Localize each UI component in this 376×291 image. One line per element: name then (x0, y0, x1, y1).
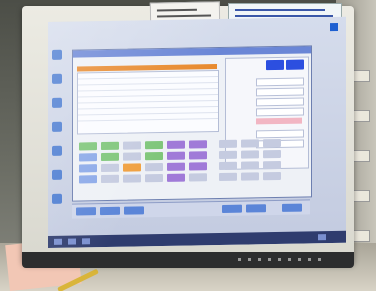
desktop-shortcut-icon (52, 49, 62, 60)
detail-field (256, 129, 304, 139)
item-list (77, 70, 219, 135)
photo-scene (0, 0, 376, 291)
monitor-screen (48, 16, 346, 249)
desktop-icon-column (50, 49, 64, 230)
detail-field (256, 107, 304, 117)
desktop-shortcut-icon (52, 73, 62, 84)
button-grid (79, 138, 309, 198)
function-button (100, 206, 120, 216)
function-button (76, 207, 96, 216)
application-window (72, 45, 312, 202)
function-button (282, 203, 302, 212)
monitor-buttons (238, 258, 328, 261)
detail-field (256, 77, 304, 87)
desktop-shortcut-icon (52, 97, 62, 108)
desktop-shortcut-icon (52, 145, 62, 156)
highlighted-field (256, 117, 302, 125)
action-button (286, 59, 304, 70)
window-title-bar (73, 46, 311, 58)
desktop-shortcut-icon (52, 193, 62, 204)
detail-field (256, 87, 304, 97)
function-button (246, 204, 266, 213)
desktop-shortcut-icon (52, 121, 62, 132)
function-key-bar (72, 199, 310, 219)
detail-field (256, 97, 304, 107)
desktop-shortcut-icon (52, 169, 62, 180)
action-button (266, 59, 284, 71)
function-button (124, 206, 144, 215)
function-button (222, 204, 242, 213)
system-tray-icon (330, 22, 338, 32)
